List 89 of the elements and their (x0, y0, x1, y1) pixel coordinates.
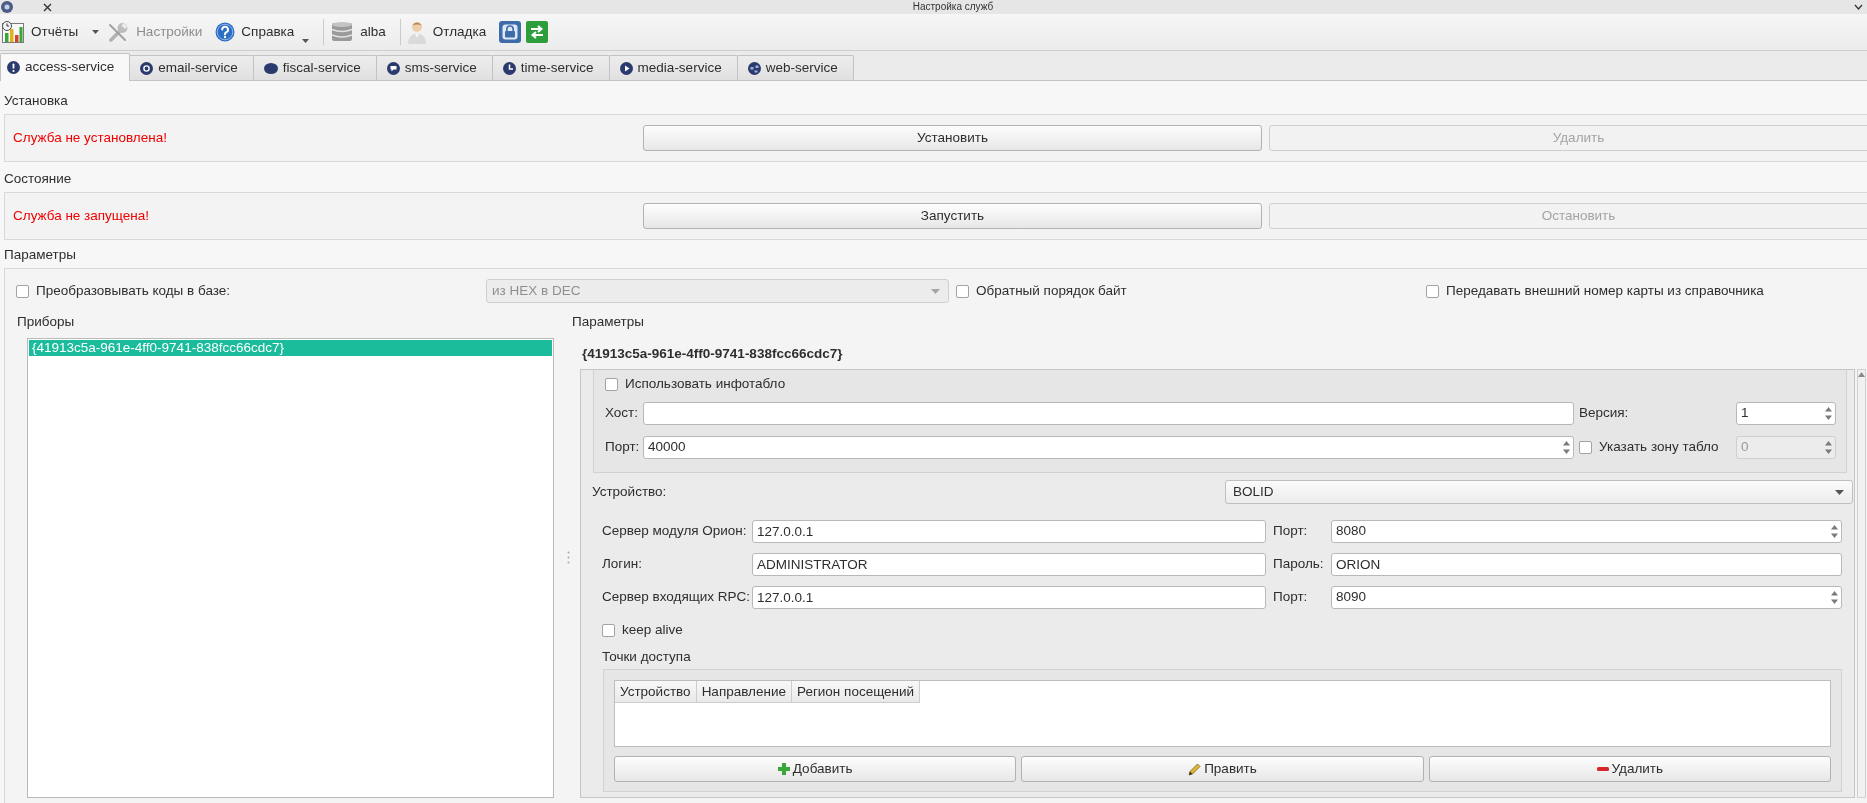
exchange-icon (526, 21, 549, 43)
external-card-checkbox[interactable] (1426, 284, 1439, 298)
service-tab[interactable]: sms-service (375, 55, 493, 80)
status-message: Служба не установлена! (12, 129, 168, 147)
device-dropdown[interactable]: BOLID (1225, 480, 1853, 504)
caret-icon (1835, 489, 1844, 495)
column-header[interactable]: Направление (696, 681, 792, 703)
spin-arrows-icon[interactable] (1829, 588, 1840, 607)
splitter-grip-icon[interactable] (567, 551, 570, 564)
port-spinbox[interactable]: 8090 (1331, 586, 1842, 609)
window-title: Настройка служб (911, 1, 995, 13)
service-tab[interactable]: media-service (608, 55, 738, 80)
service-tab[interactable]: time-service (491, 55, 610, 80)
service-tab[interactable]: access-service (0, 53, 131, 81)
service-tab[interactable]: email-service (129, 55, 254, 80)
add-button[interactable]: Добавить (614, 756, 1017, 782)
chevron-down-icon[interactable] (1854, 4, 1863, 10)
chat-icon (386, 61, 400, 75)
field-label: Версия: (1578, 405, 1630, 422)
exclamation-icon (7, 61, 20, 74)
section-title: Состояние (4, 170, 73, 188)
column-header[interactable]: Регион посещений (791, 681, 921, 703)
ring-icon (140, 61, 154, 75)
oval-icon (263, 62, 278, 74)
delete-button[interactable]: Удалить (1428, 756, 1831, 782)
plus-icon (777, 763, 790, 775)
person-icon (406, 20, 427, 44)
field-label: Хост: (605, 405, 640, 422)
version-spinbox[interactable]: 1 (1736, 402, 1836, 425)
field-label: Устройство: (592, 483, 667, 501)
service-tab[interactable]: fiscal-service (252, 55, 377, 80)
device-heading: {41913c5a-961e-4ff0-9741-838fcc66cdc7} (582, 345, 844, 363)
field-label: Порт: (605, 439, 641, 456)
reports-button[interactable]: Отчёты (0, 17, 83, 47)
checkbox-label[interactable]: Преобразовывать коды в базе: (36, 282, 231, 300)
scrollbar-drawing[interactable] (1857, 369, 1866, 798)
infotablo-checkbox[interactable] (605, 377, 618, 391)
lock-icon (499, 21, 522, 43)
login-field[interactable]: ADMINISTRATOR (752, 553, 1266, 576)
section-title: Приборы (16, 313, 76, 331)
field-label: Порт: (1272, 589, 1309, 606)
close-icon[interactable] (43, 2, 52, 12)
scroll-up-icon[interactable] (1858, 372, 1865, 377)
port-spinbox[interactable]: 8080 (1331, 520, 1842, 543)
debug-button[interactable]: Отладка (405, 17, 491, 47)
section-title: Точки доступа (602, 648, 692, 666)
host-field[interactable] (643, 402, 1574, 425)
app-icon (1, 1, 13, 13)
pencil-icon (1188, 762, 1202, 776)
spin-arrows-icon[interactable] (1561, 438, 1572, 457)
field-label: Сервер входящих RPC: (602, 589, 752, 606)
globe-icon (747, 61, 761, 75)
port-spinbox[interactable]: 40000 (643, 436, 1574, 459)
checkbox-label[interactable]: Передавать внешний номер карты из справочника (1446, 282, 1764, 300)
orion-server-field[interactable]: 127.0.0.1 (752, 520, 1266, 543)
clock-icon (502, 61, 516, 75)
section-title: Параметры (4, 246, 77, 264)
convert-codes-checkbox[interactable] (16, 284, 29, 298)
spin-arrows-icon[interactable] (1829, 522, 1840, 541)
password-field[interactable]: ORION (1331, 553, 1842, 576)
caret-icon[interactable] (92, 30, 100, 34)
help-button[interactable]: Справка (214, 17, 314, 47)
checkbox-label[interactable]: keep alive (622, 621, 683, 639)
minus-icon (1596, 767, 1609, 771)
edit-button[interactable]: Править (1021, 756, 1424, 782)
status-message: Служба не запущена! (12, 207, 151, 225)
help-icon (215, 22, 236, 42)
column-header[interactable]: Устройство (615, 681, 697, 703)
section-title: Установка (4, 92, 69, 110)
rpc-server-field[interactable]: 127.0.0.1 (752, 586, 1266, 609)
start-button[interactable]: Запустить (643, 203, 1262, 229)
caret-icon (931, 288, 940, 294)
install-button[interactable]: Установить (643, 125, 1262, 151)
spin-arrows-icon[interactable] (1823, 404, 1834, 423)
field-label: Порт: (1272, 523, 1309, 540)
database-icon (330, 20, 355, 44)
keep-alive-checkbox[interactable] (602, 623, 615, 637)
section-title: Параметры (572, 313, 645, 331)
field-label: Сервер модуля Орион: (602, 523, 748, 540)
service-tab[interactable]: web-service (736, 55, 854, 80)
bar-chart-icon (1, 20, 25, 44)
checkbox-label[interactable]: Обратный порядок байт (976, 282, 1127, 300)
reverse-bytes-checkbox[interactable] (956, 284, 969, 298)
play-icon (619, 61, 633, 75)
field-label: Пароль: (1272, 556, 1325, 573)
wrench-icon (106, 20, 131, 44)
database-button[interactable]: alba (329, 17, 390, 47)
checkbox-label[interactable]: Использовать инфотабло (625, 375, 786, 393)
field-label: Логин: (602, 556, 644, 573)
